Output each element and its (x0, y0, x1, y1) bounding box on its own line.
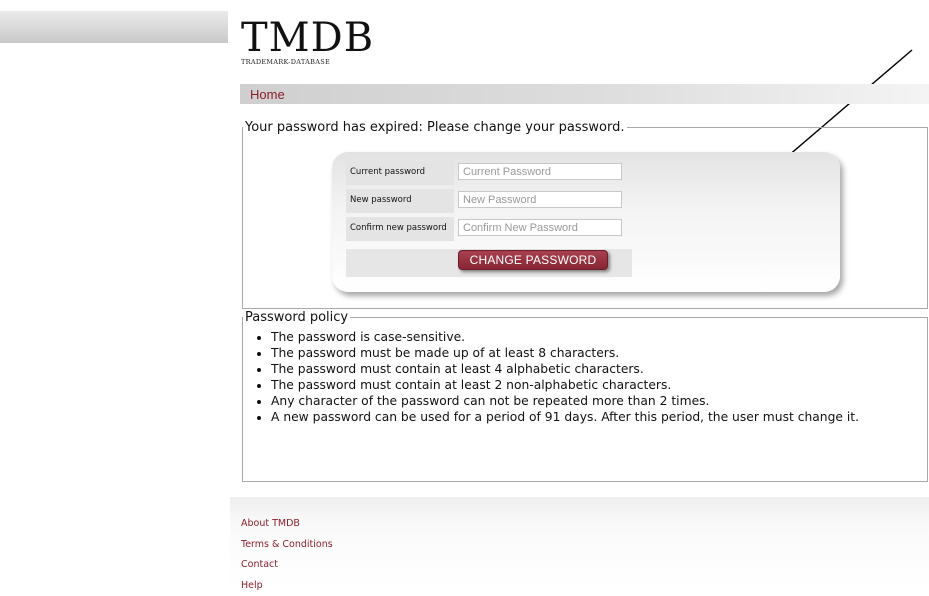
change-password-fieldset: Your password has expired: Please change… (242, 120, 928, 309)
current-password-input[interactable] (458, 163, 622, 180)
left-header-bar (0, 11, 228, 43)
logo: TMDB TRADEMARK-DATABASE (241, 18, 374, 66)
new-password-row: New password (346, 189, 636, 213)
footer-link-about[interactable]: About TMDB (241, 514, 333, 535)
policy-item: The password must be made up of at least… (271, 345, 927, 361)
new-password-label: New password (346, 189, 454, 213)
password-policy-legend: Password policy (243, 310, 350, 325)
policy-item: A new password can be used for a period … (271, 409, 927, 425)
password-policy-fieldset: Password policy The password is case-sen… (242, 310, 928, 482)
new-password-input[interactable] (458, 191, 622, 208)
footer-links: About TMDB Terms & Conditions Contact He… (241, 514, 333, 596)
footer-link-help[interactable]: Help (241, 576, 333, 596)
policy-item: The password must contain at least 2 non… (271, 377, 927, 393)
policy-item: The password must contain at least 4 alp… (271, 361, 927, 377)
change-password-legend: Your password has expired: Please change… (243, 120, 627, 135)
nav-home-link[interactable]: Home (250, 87, 285, 102)
change-password-panel: Current password New password Confirm ne… (332, 152, 840, 292)
navigation-bar: Home (240, 84, 929, 104)
confirm-password-row: Confirm new password (346, 217, 636, 241)
confirm-password-label: Confirm new password (346, 217, 454, 241)
footer-link-terms[interactable]: Terms & Conditions (241, 535, 333, 556)
policy-item: The password is case-sensitive. (271, 329, 927, 345)
footer: About TMDB Terms & Conditions Contact He… (230, 497, 929, 590)
current-password-row: Current password (346, 161, 636, 185)
current-password-label: Current password (346, 161, 454, 185)
policy-item: Any character of the password can not be… (271, 393, 927, 409)
footer-link-contact[interactable]: Contact (241, 555, 333, 576)
logo-title: TMDB (241, 18, 374, 58)
change-password-button[interactable]: CHANGE PASSWORD (458, 250, 608, 270)
confirm-password-input[interactable] (458, 219, 622, 236)
password-policy-list: The password is case-sensitive. The pass… (243, 329, 927, 425)
